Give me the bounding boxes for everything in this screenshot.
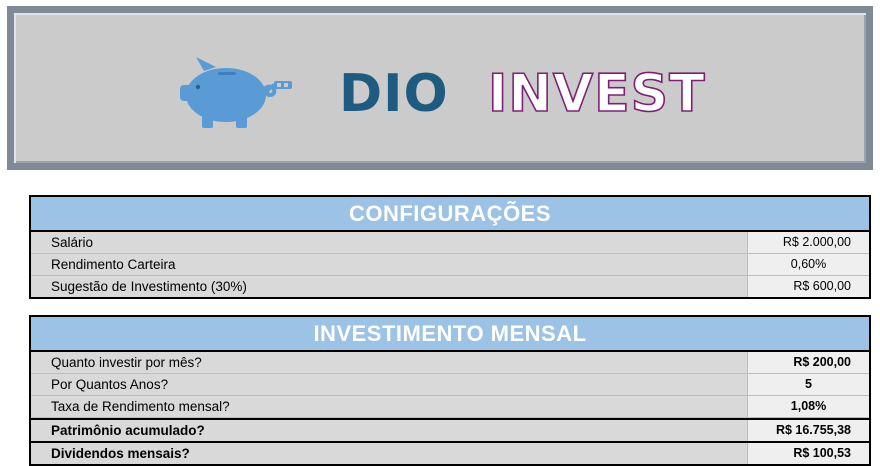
header-banner: DIO INVEST (7, 6, 873, 170)
config-table-title: CONFIGURAÇÕES (31, 197, 869, 232)
monthly-investment-table: INVESTIMENTO MENSAL Quanto investir por … (29, 315, 871, 466)
table-row: Patrimônio acumulado? R$ 16.755,38 (31, 418, 869, 443)
row-label[interactable]: Quanto investir por mês? (31, 352, 747, 373)
table-row: Sugestão de Investimento (30%) R$ 600,00 (31, 276, 869, 297)
piggy-bank-icon (180, 57, 292, 128)
row-value[interactable]: R$ 100,53 (747, 443, 869, 464)
row-label[interactable]: Salário (31, 232, 747, 253)
row-value[interactable]: 1,08% (747, 396, 869, 417)
table-row: Quanto investir por mês? R$ 200,00 (31, 352, 869, 374)
row-label[interactable]: Patrimônio acumulado? (31, 420, 747, 441)
row-value[interactable]: 0,60% (747, 254, 869, 275)
row-value[interactable]: 5 (747, 374, 869, 395)
header-banner-face: DIO INVEST (14, 13, 866, 163)
monthly-table-title: INVESTIMENTO MENSAL (31, 317, 869, 352)
row-label[interactable]: Sugestão de Investimento (30%) (31, 276, 747, 297)
row-label[interactable]: Por Quantos Anos? (31, 374, 747, 395)
table-row: Dividendos mensais? R$ 100,53 (31, 443, 869, 464)
table-row: Salário R$ 2.000,00 (31, 232, 869, 254)
row-label[interactable]: Dividendos mensais? (31, 443, 747, 464)
row-label[interactable]: Taxa de Rendimento mensal? (31, 396, 747, 417)
row-value[interactable]: R$ 16.755,38 (747, 420, 869, 441)
row-value[interactable]: R$ 600,00 (747, 276, 869, 297)
row-value[interactable]: R$ 2.000,00 (747, 232, 869, 253)
config-table: CONFIGURAÇÕES Salário R$ 2.000,00 Rendim… (29, 195, 871, 299)
app-title-invest: INVEST (487, 64, 706, 124)
app-title-dio: DIO (339, 64, 449, 124)
table-row: Por Quantos Anos? 5 (31, 374, 869, 396)
row-value[interactable]: R$ 200,00 (747, 352, 869, 373)
table-row: Rendimento Carteira 0,60% (31, 254, 869, 276)
row-label[interactable]: Rendimento Carteira (31, 254, 747, 275)
table-row: Taxa de Rendimento mensal? 1,08% (31, 396, 869, 418)
